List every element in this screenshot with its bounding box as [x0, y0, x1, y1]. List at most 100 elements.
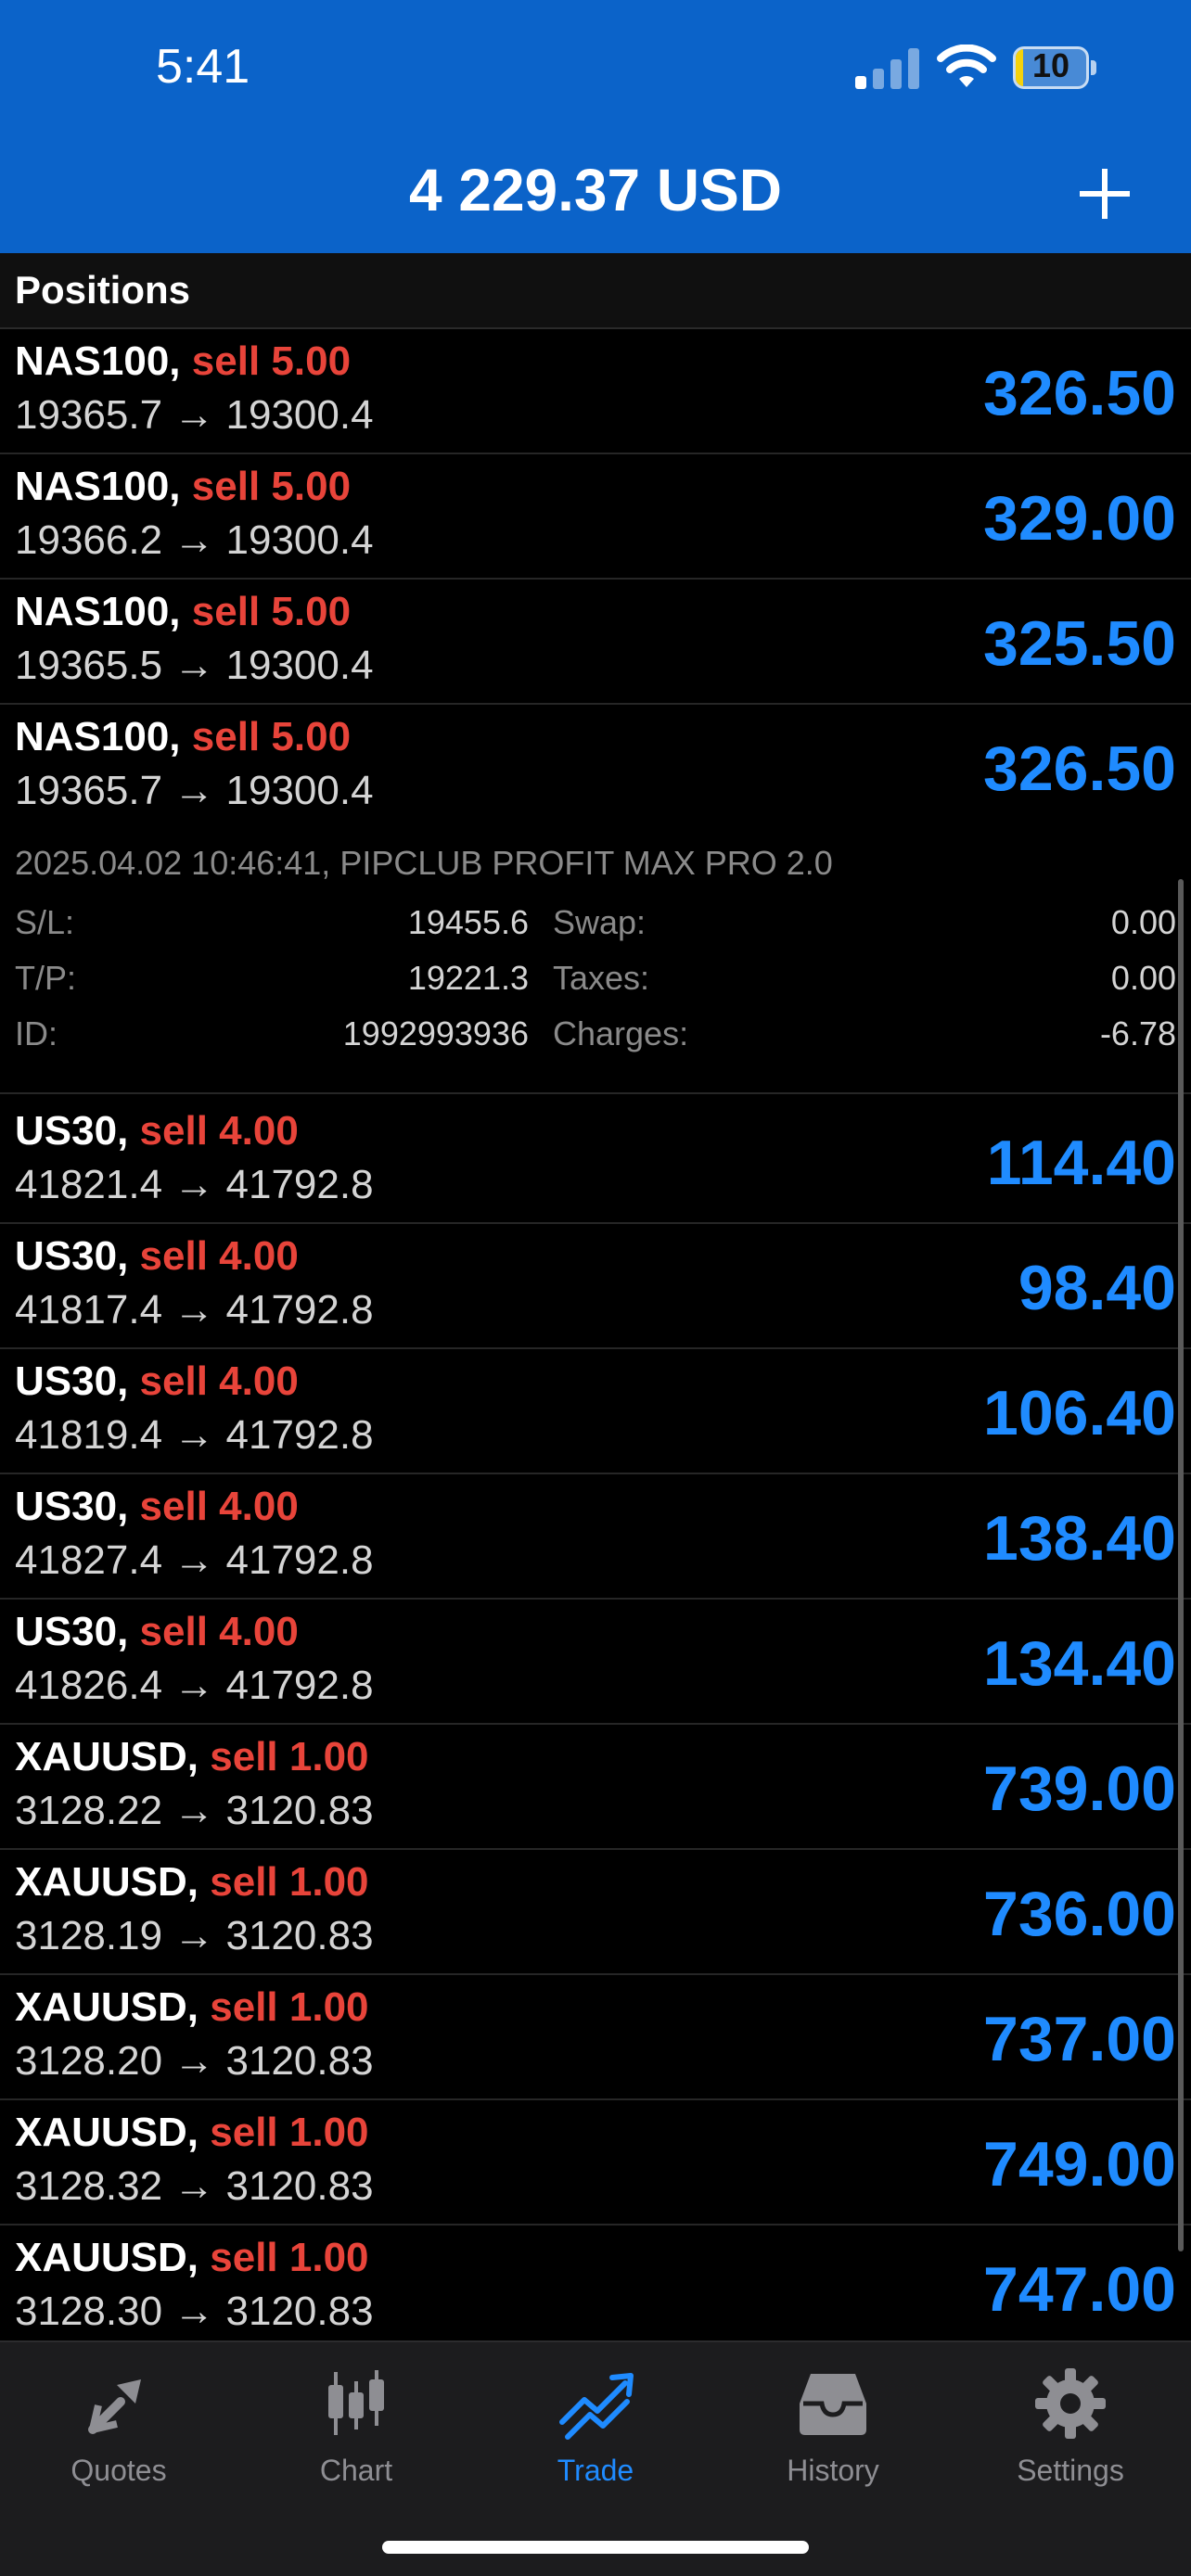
symbol-name: US30, — [15, 1108, 129, 1154]
order-side: sell 4.00 — [139, 1233, 299, 1279]
symbol-name: XAUUSD, — [15, 2110, 199, 2155]
position-row[interactable]: NAS100, sell 5.00 19366.2 → 19300.4 329.00 — [0, 454, 1191, 580]
position-meta: 2025.04.02 10:46:41, PIPCLUB PROFIT MAX … — [15, 844, 833, 882]
position-symbol: US30, sell 4.00 — [15, 1108, 299, 1154]
details-row-id-charges: ID: 1992993936 Charges: -6.78 — [0, 1014, 1191, 1070]
order-side: sell 1.00 — [210, 2235, 369, 2280]
position-row[interactable]: US30, sell 4.00 41817.4 → 41792.8 98.40 — [0, 1224, 1191, 1349]
tab-quotes[interactable]: Quotes — [7, 2365, 230, 2504]
position-row[interactable]: XAUUSD, sell 1.00 3128.30 → 3120.83 747.00 — [0, 2225, 1191, 2351]
tab-label: Chart — [319, 2454, 393, 2487]
settings-icon — [1035, 2368, 1106, 2439]
symbol-name: XAUUSD, — [15, 1734, 199, 1779]
details-row-sl-swap: S/L: 19455.6 Swap: 0.00 — [0, 903, 1191, 959]
position-symbol: NAS100, sell 5.00 — [15, 714, 351, 760]
tp-label: T/P: — [15, 959, 77, 997]
position-symbol: US30, sell 4.00 — [15, 1484, 299, 1530]
tab-trade[interactable]: Trade — [484, 2365, 707, 2504]
taxes-value: 0.00 — [1110, 959, 1176, 997]
swap-label: Swap: — [553, 903, 647, 941]
symbol-name: NAS100, — [15, 589, 181, 634]
price-range: 41827.4 → 41792.8 — [15, 1537, 374, 1583]
scrollbar[interactable] — [1178, 879, 1184, 2251]
position-profit: 114.40 — [986, 1128, 1176, 1198]
order-side: sell 5.00 — [191, 464, 352, 509]
position-profit: 326.50 — [983, 733, 1176, 804]
order-side: sell 5.00 — [191, 589, 352, 634]
position-row[interactable]: US30, sell 4.00 41821.4 → 41792.8 114.40 — [0, 1099, 1191, 1224]
position-symbol: NAS100, sell 5.00 — [15, 464, 351, 510]
symbol-name: US30, — [15, 1358, 129, 1404]
tab-chart[interactable]: Chart — [245, 2365, 467, 2504]
symbol-name: NAS100, — [15, 464, 181, 509]
position-row[interactable]: US30, sell 4.00 41819.4 → 41792.8 106.40 — [0, 1349, 1191, 1474]
position-profit: 325.50 — [983, 608, 1176, 679]
details-row-tp-taxes: T/P: 19221.3 Taxes: 0.00 — [0, 959, 1191, 1014]
order-side: sell 4.00 — [139, 1358, 299, 1404]
order-side: sell 4.00 — [139, 1108, 299, 1154]
symbol-name: US30, — [15, 1484, 129, 1529]
cellular-signal-icon — [855, 46, 920, 89]
charges-label: Charges: — [553, 1014, 689, 1052]
home-indicator[interactable] — [382, 2541, 809, 2554]
trade-icon — [559, 2373, 634, 2440]
position-profit: 736.00 — [983, 1879, 1176, 1949]
price-range: 19365.5 → 19300.4 — [15, 643, 374, 688]
position-symbol: XAUUSD, sell 1.00 — [15, 1859, 369, 1906]
position-row[interactable]: XAUUSD, sell 1.00 3128.19 → 3120.83 736.00 — [0, 1850, 1191, 1975]
price-range: 3128.19 → 3120.83 — [15, 1913, 374, 1958]
sl-value: 19455.6 — [407, 903, 529, 941]
id-label: ID: — [15, 1014, 58, 1052]
price-range: 3128.32 → 3120.83 — [15, 2163, 374, 2209]
quotes-icon — [88, 2379, 141, 2434]
positions-section-header: Positions — [0, 253, 1191, 329]
order-side: sell 5.00 — [191, 338, 352, 384]
order-side: sell 1.00 — [210, 1984, 369, 2030]
position-row[interactable]: NAS100, sell 5.00 19365.7 → 19300.4 326.50 — [0, 329, 1191, 454]
account-header: 5:41 10 4 229.37 USD — [0, 0, 1191, 253]
position-row[interactable]: US30, sell 4.00 41826.4 → 41792.8 134.40 — [0, 1600, 1191, 1725]
section-title: Positions — [15, 268, 191, 312]
position-profit: 329.00 — [983, 483, 1176, 554]
position-row[interactable]: XAUUSD, sell 1.00 3128.22 → 3120.83 739.00 — [0, 1725, 1191, 1850]
order-side: sell 4.00 — [139, 1609, 299, 1654]
price-range: 19366.2 → 19300.4 — [15, 517, 374, 563]
symbol-name: US30, — [15, 1609, 129, 1654]
position-row[interactable]: XAUUSD, sell 1.00 3128.20 → 3120.83 737.00 — [0, 1975, 1191, 2100]
position-details: 2025.04.02 10:46:41, PIPCLUB PROFIT MAX … — [0, 825, 1191, 1094]
position-symbol: US30, sell 4.00 — [15, 1358, 299, 1405]
symbol-name: US30, — [15, 1233, 129, 1279]
swap-value: 0.00 — [1110, 903, 1176, 941]
position-profit: 98.40 — [1018, 1253, 1176, 1323]
position-profit: 326.50 — [983, 358, 1176, 428]
symbol-name: XAUUSD, — [15, 1984, 199, 2030]
position-row[interactable]: US30, sell 4.00 41827.4 → 41792.8 138.40 — [0, 1474, 1191, 1600]
position-row[interactable]: NAS100, sell 5.00 19365.7 → 19300.4 326.50 — [0, 705, 1191, 830]
history-icon — [800, 2374, 866, 2435]
tab-history[interactable]: History — [722, 2365, 944, 2504]
tp-value: 19221.3 — [407, 959, 529, 997]
position-row[interactable]: XAUUSD, sell 1.00 3128.32 → 3120.83 749.00 — [0, 2100, 1191, 2225]
price-range: 3128.22 → 3120.83 — [15, 1788, 374, 1833]
position-profit: 138.40 — [983, 1503, 1176, 1574]
tab-settings[interactable]: Settings — [959, 2365, 1182, 2504]
price-range: 3128.20 → 3120.83 — [15, 2038, 374, 2084]
position-profit: 737.00 — [983, 2004, 1176, 2074]
plus-icon[interactable] — [1076, 165, 1133, 223]
tab-label: Settings — [1017, 2454, 1124, 2487]
position-profit: 106.40 — [983, 1378, 1176, 1448]
position-symbol: XAUUSD, sell 1.00 — [15, 2235, 369, 2281]
price-range: 19365.7 → 19300.4 — [15, 768, 374, 813]
position-symbol: NAS100, sell 5.00 — [15, 338, 351, 385]
order-side: sell 4.00 — [139, 1484, 299, 1529]
price-range: 41826.4 → 41792.8 — [15, 1663, 374, 1708]
position-profit: 747.00 — [983, 2254, 1176, 2325]
tab-label: Quotes — [70, 2454, 167, 2487]
symbol-name: XAUUSD, — [15, 2235, 199, 2280]
tab-label: Trade — [557, 2454, 634, 2487]
charges-value: -6.78 — [1099, 1014, 1176, 1052]
symbol-name: XAUUSD, — [15, 1859, 199, 1905]
position-row[interactable]: NAS100, sell 5.00 19365.5 → 19300.4 325.50 — [0, 580, 1191, 705]
price-range: 41819.4 → 41792.8 — [15, 1412, 374, 1458]
position-symbol: XAUUSD, sell 1.00 — [15, 1734, 369, 1780]
